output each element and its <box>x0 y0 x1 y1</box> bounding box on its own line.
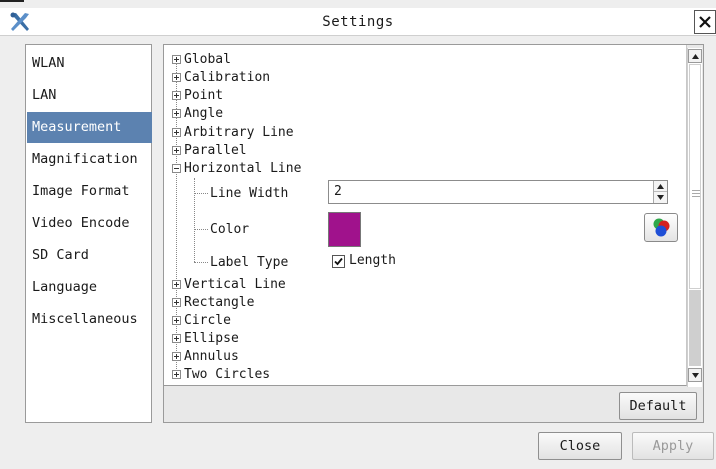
tree-item-label: Horizontal Line <box>184 161 302 176</box>
sidebar-item-image-format[interactable]: Image Format <box>27 176 152 207</box>
stepper-up-button[interactable] <box>654 181 667 192</box>
sidebar-item-magnification[interactable]: Magnification <box>27 144 152 175</box>
close-icon <box>699 16 711 28</box>
scroll-up-button[interactable] <box>688 49 702 63</box>
arrow-down-icon <box>691 372 699 378</box>
tree-item-label: Calibration <box>184 70 271 85</box>
line-width-value: 2 <box>334 184 342 199</box>
sidebar-item-lan[interactable]: LAN <box>27 80 152 111</box>
color-swatch[interactable] <box>328 212 361 247</box>
expand-icon[interactable] <box>172 128 181 137</box>
color-palette-icon <box>653 218 670 237</box>
tree-item-label: Circle <box>184 313 231 328</box>
scroll-grip-icon <box>692 190 700 197</box>
label-type-label: Label Type <box>210 255 289 270</box>
settings-category-list: WLAN LAN Measurement Magnification Image… <box>25 44 152 423</box>
tree-scrollbar[interactable] <box>687 48 702 387</box>
sidebar-item-language[interactable]: Language <box>27 272 152 303</box>
sidebar-item-measurement[interactable]: Measurement <box>27 112 152 143</box>
tree-item-label: Global <box>184 52 231 67</box>
corner-mark <box>0 0 24 8</box>
close-window-button[interactable] <box>694 10 716 34</box>
expand-icon[interactable] <box>172 280 181 289</box>
arrow-up-icon <box>657 183 664 189</box>
sidebar-item-miscellaneous[interactable]: Miscellaneous <box>27 304 152 335</box>
tree-item-label: Two Circles <box>184 367 271 382</box>
expand-icon[interactable] <box>172 109 181 118</box>
line-width-label: Line Width <box>210 186 289 201</box>
default-button[interactable]: Default <box>619 392 697 420</box>
subtree-branch <box>194 229 208 230</box>
tree-item-label: Parallel <box>184 143 247 158</box>
sidebar-item-video-encode[interactable]: Video Encode <box>27 208 152 239</box>
expand-icon[interactable] <box>172 334 181 343</box>
tree-item-label: Arbitrary Line <box>184 125 294 140</box>
scroll-thumb[interactable] <box>689 64 701 289</box>
expand-icon[interactable] <box>172 352 181 361</box>
subtree-branch <box>194 193 208 194</box>
tree-item-label: Point <box>184 88 224 103</box>
length-checkbox-label[interactable]: Length <box>349 252 396 270</box>
tree-item-label: Rectangle <box>184 295 255 310</box>
scroll-down-button[interactable] <box>688 368 702 382</box>
tree-item-label: Ellipse <box>184 331 239 346</box>
title-bar: Settings <box>0 8 716 36</box>
sidebar-item-wlan[interactable]: WLAN <box>27 48 152 79</box>
measurement-tree: Global Calibration Point Angle Arbitrary… <box>164 45 687 386</box>
expand-icon[interactable] <box>172 91 181 100</box>
scroll-track[interactable] <box>689 290 701 366</box>
length-checkbox[interactable] <box>332 255 345 268</box>
checkmark-icon <box>334 257 343 266</box>
line-width-stepper[interactable]: 2 <box>328 180 668 204</box>
tree-item-label: Vertical Line <box>184 277 286 292</box>
arrow-down-icon <box>657 195 664 200</box>
measurement-settings-panel: Global Calibration Point Angle Arbitrary… <box>163 44 704 423</box>
arrow-up-icon <box>691 53 699 59</box>
tree-item-label: Annulus <box>184 349 239 364</box>
subtree-branch <box>194 262 208 263</box>
expand-icon[interactable] <box>172 298 181 307</box>
stepper-buttons <box>653 181 667 203</box>
stepper-down-button[interactable] <box>654 192 667 203</box>
collapse-icon[interactable] <box>172 164 181 173</box>
sidebar-item-sd-card[interactable]: SD Card <box>27 240 152 271</box>
color-label: Color <box>210 222 250 237</box>
expand-icon[interactable] <box>172 146 181 155</box>
apply-button[interactable]: Apply <box>632 432 714 460</box>
expand-icon[interactable] <box>172 55 181 64</box>
tree-item-label: Angle <box>184 106 224 121</box>
subtree-guide-line <box>194 178 195 262</box>
expand-icon[interactable] <box>172 316 181 325</box>
color-picker-button[interactable] <box>644 213 678 242</box>
expand-icon[interactable] <box>172 370 181 379</box>
close-button[interactable]: Close <box>538 432 622 460</box>
window-title: Settings <box>322 14 394 30</box>
expand-icon[interactable] <box>172 73 181 82</box>
settings-window: Settings WLAN LAN Measurement Magnificat… <box>0 0 716 469</box>
